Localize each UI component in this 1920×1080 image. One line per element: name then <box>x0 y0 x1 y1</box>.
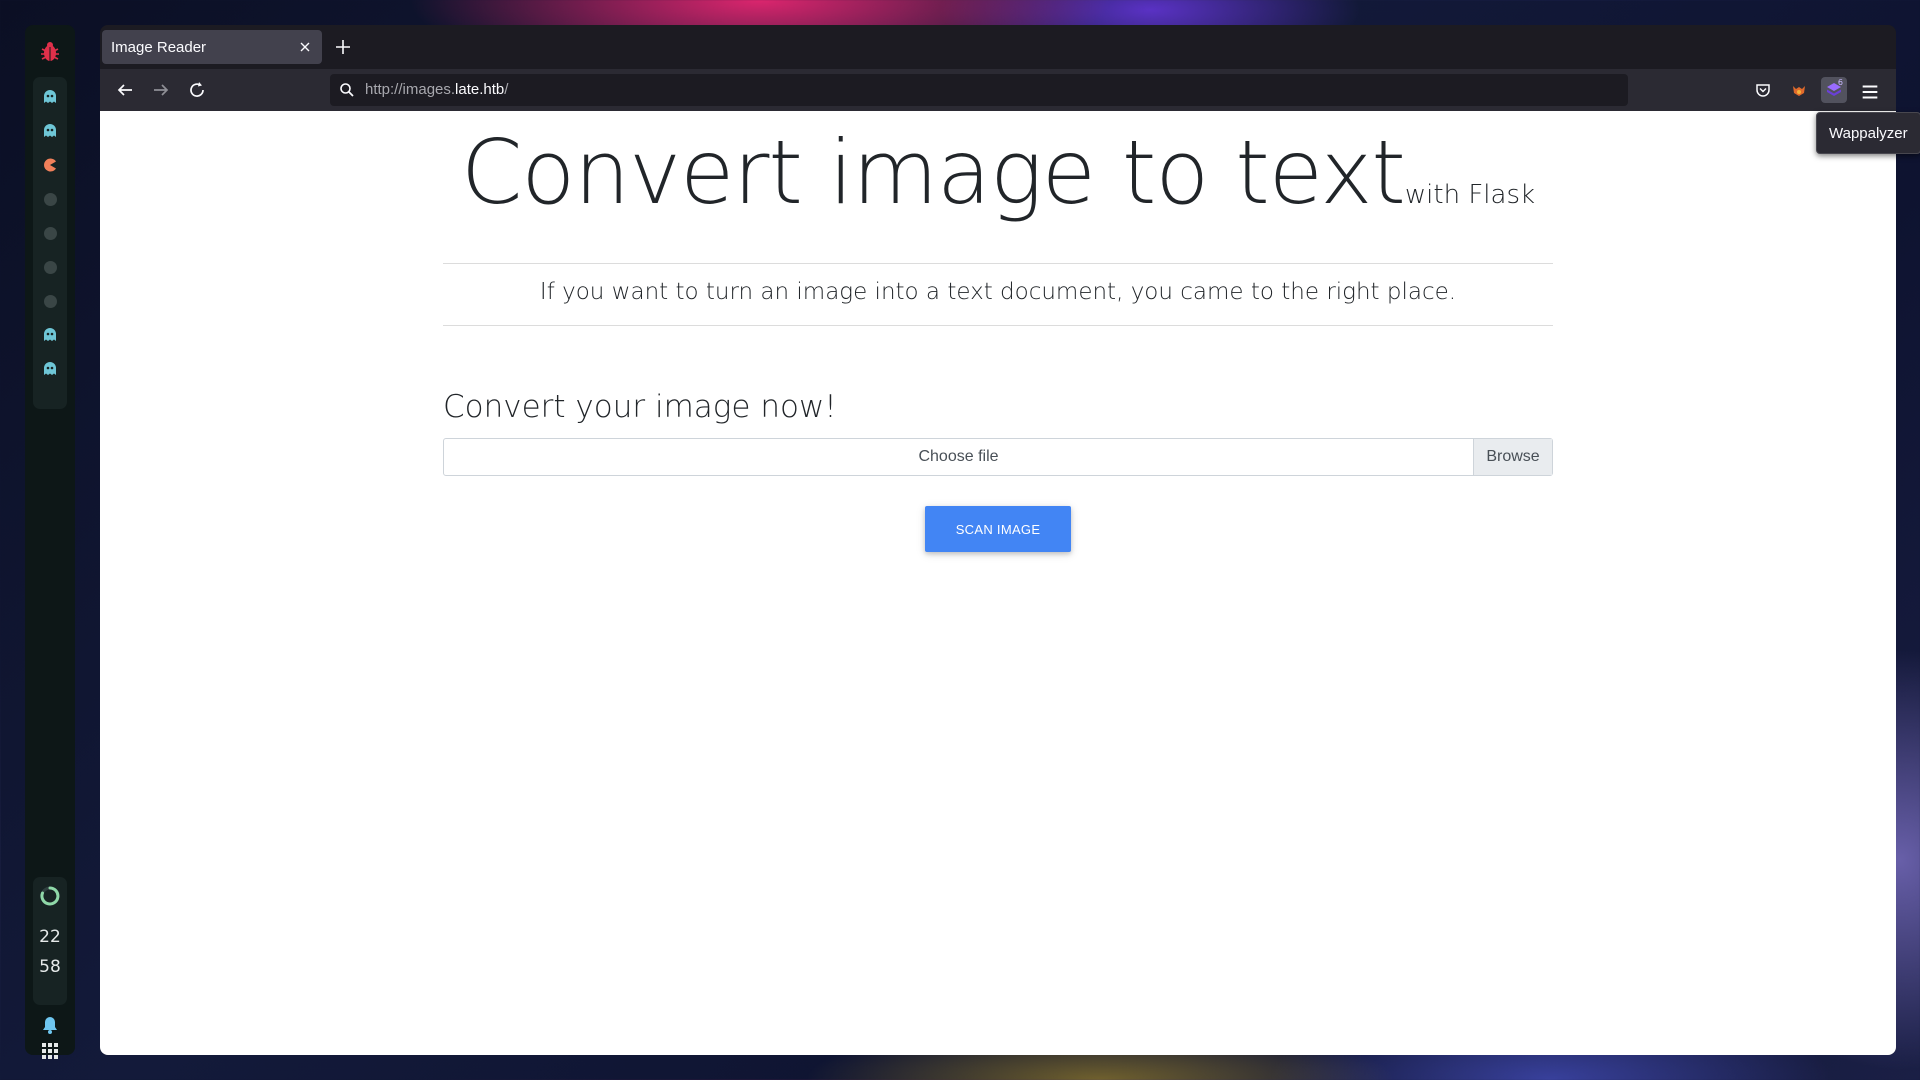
workspace-4[interactable] <box>38 187 62 211</box>
workspace-8-ghost-icon[interactable] <box>38 323 62 347</box>
workspace-5[interactable] <box>38 221 62 245</box>
workspace-3-pacman-icon[interactable] <box>38 153 62 177</box>
dock-status-group: 22 58 <box>33 877 67 1005</box>
page-title-main: Convert image to text <box>460 121 1406 224</box>
back-arrow-icon[interactable] <box>114 79 136 101</box>
forward-arrow-icon[interactable] <box>150 79 172 101</box>
clock-hours: 22 <box>39 927 61 947</box>
divider-bottom <box>443 325 1553 326</box>
pocket-button[interactable] <box>1750 77 1776 103</box>
workspace-6[interactable] <box>38 255 62 279</box>
lead-text: If you want to turn an image into a text… <box>539 279 1457 305</box>
reload-icon[interactable] <box>186 79 208 101</box>
pocket-icon <box>1756 84 1770 97</box>
dock-panel: 22 58 <box>25 25 75 1059</box>
url-text[interactable]: http://images.late.htb/ <box>365 81 508 98</box>
close-tab-icon[interactable] <box>297 39 313 55</box>
page-container: Convert image to textwith Flask If you w… <box>443 111 1553 552</box>
scan-image-button[interactable]: SCAN IMAGE <box>925 506 1071 552</box>
page-title-suffix: with Flask <box>1404 180 1536 210</box>
foxyproxy-button[interactable] <box>1786 77 1812 103</box>
bell-icon[interactable] <box>40 1015 60 1035</box>
workspace-7[interactable] <box>38 289 62 313</box>
navigation-toolbar: http://images.late.htb/ 6 <box>100 69 1896 111</box>
search-icon <box>340 83 354 97</box>
wappalyzer-tooltip: Wappalyzer <box>1816 112 1920 154</box>
workspace-1-ghost-icon[interactable] <box>38 85 62 109</box>
browse-button[interactable]: Browse <box>1473 439 1552 475</box>
browser-window: Image Reader http://images.late.htb/ 6 C… <box>100 25 1896 1055</box>
url-suffix: / <box>504 81 509 98</box>
page-viewport: Convert image to textwith Flask If you w… <box>100 111 1896 1055</box>
url-bar[interactable]: http://images.late.htb/ <box>330 74 1628 106</box>
tab-image-reader[interactable]: Image Reader <box>102 30 322 64</box>
url-domain: late.htb <box>455 81 505 98</box>
tab-bar: Image Reader <box>100 25 1896 69</box>
divider-top <box>443 263 1553 264</box>
workspace-9-ghost-icon[interactable] <box>38 357 62 381</box>
workspace-list <box>33 77 67 409</box>
url-prefix: http://images. <box>365 81 456 98</box>
fox-extension-icon <box>1793 86 1805 96</box>
file-input-label[interactable]: Choose file <box>444 439 1473 475</box>
tab-title: Image Reader <box>111 38 207 56</box>
loading-ring-icon <box>40 886 60 906</box>
clock-minutes: 58 <box>39 957 61 977</box>
wappalyzer-badge: 6 <box>1837 78 1843 87</box>
new-tab-plus-icon[interactable] <box>333 37 353 57</box>
workspace-2-ghost-icon[interactable] <box>38 119 62 143</box>
app-grid-icon[interactable] <box>40 1041 60 1061</box>
form-heading: Convert your image now! <box>443 389 837 425</box>
bug-logo-icon[interactable] <box>38 40 62 64</box>
hamburger-menu-icon[interactable] <box>1859 81 1881 103</box>
page-title: Convert image to textwith Flask <box>443 121 1553 224</box>
wappalyzer-button[interactable]: 6 <box>1821 77 1847 103</box>
file-input[interactable]: Choose file Browse <box>443 438 1553 476</box>
